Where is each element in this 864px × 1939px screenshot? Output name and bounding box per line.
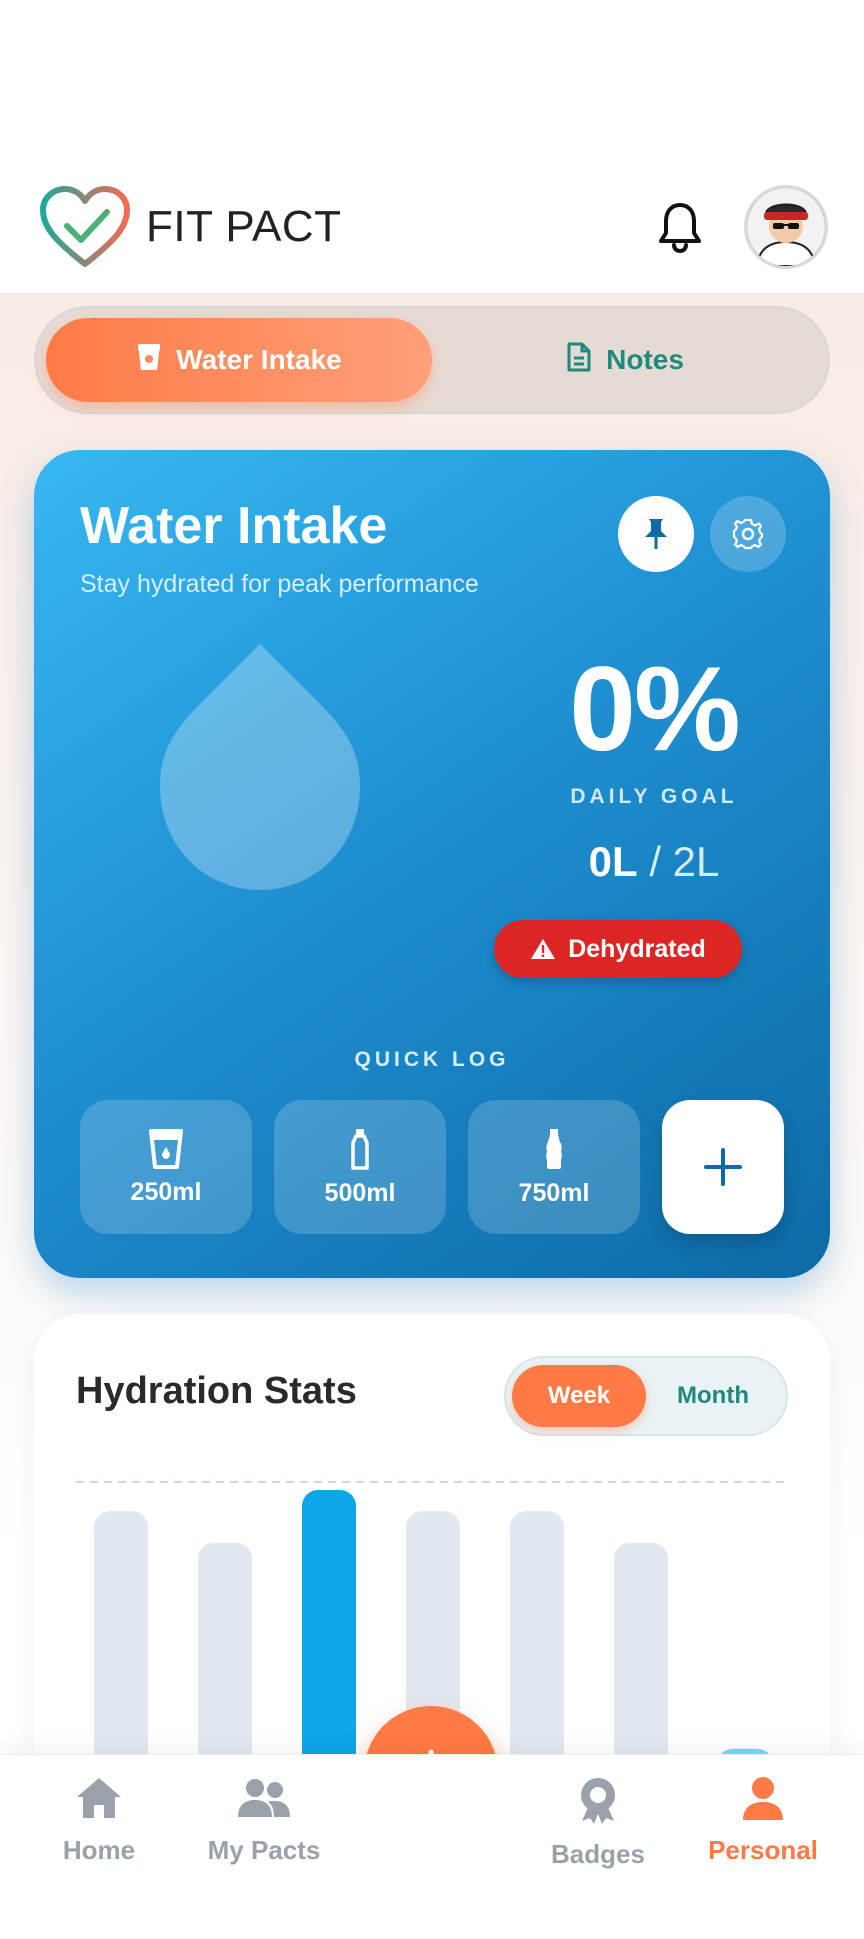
water-drop-illustration [130, 636, 390, 911]
bell-icon[interactable] [652, 199, 708, 255]
pin-icon [645, 519, 667, 549]
intake-percentage: 0% [569, 642, 740, 776]
tab-water-intake-label: Water Intake [176, 344, 342, 375]
user-avatar[interactable] [744, 184, 828, 269]
card-subtitle: Stay hydrated for peak performance [80, 570, 479, 598]
current-amount: 0L [588, 838, 638, 885]
tab-notes[interactable]: Notes [432, 318, 818, 402]
chart-bar [302, 1490, 356, 1754]
pin-button[interactable] [618, 496, 694, 572]
amount-separator: / [649, 838, 661, 885]
chart-bar [510, 1511, 564, 1754]
heart-check-logo [36, 182, 134, 272]
quick-log-750ml-button[interactable]: 750ml [468, 1100, 640, 1234]
intake-amount: 0L / 2L [504, 838, 804, 886]
nav-personal-label: Personal [708, 1835, 818, 1865]
app-title: FIT PACT [146, 201, 342, 251]
quick-log-250ml-label: 250ml [130, 1177, 202, 1206]
quick-log-250ml-button[interactable]: 250ml [80, 1100, 252, 1234]
daily-goal-label: DAILY GOAL [570, 785, 738, 808]
badge-icon [581, 1778, 615, 1824]
warning-icon [531, 939, 556, 959]
app-header: FIT PACT [0, 160, 864, 294]
quick-log-500ml-button[interactable]: 500ml [274, 1100, 446, 1234]
tab-notes-label: Notes [606, 344, 684, 375]
range-week-button[interactable]: Week [512, 1365, 646, 1427]
card-title: Water Intake [80, 497, 388, 555]
cup-icon [136, 342, 162, 379]
quick-log-label: QUICK LOG [354, 1048, 510, 1071]
users-icon [238, 1779, 290, 1817]
stats-title: Hydration Stats [76, 1370, 357, 1412]
bottle-icon [351, 1128, 369, 1170]
bottom-navigation: Home My Pacts Badges Personal [0, 1754, 864, 1939]
nav-my-pacts-label: My Pacts [207, 1835, 321, 1865]
person-icon [743, 1777, 783, 1820]
water-intake-card: Water Intake Stay hydrated for peak perf… [34, 450, 830, 1278]
gear-icon [732, 518, 764, 550]
goal-amount: 2L [672, 838, 720, 885]
chart-bar [198, 1542, 252, 1754]
nav-my-pacts[interactable]: My Pacts [189, 1775, 339, 1866]
note-icon [566, 342, 592, 379]
nav-badges-label: Badges [551, 1839, 645, 1869]
chart-bar [614, 1542, 668, 1754]
glass-icon [149, 1128, 183, 1169]
quick-log-500ml-label: 500ml [324, 1178, 396, 1207]
nav-home-label: Home [62, 1835, 136, 1865]
home-icon [77, 1778, 121, 1818]
settings-button[interactable] [710, 496, 786, 572]
large-bottle-icon [546, 1128, 562, 1169]
range-toggle: Week Month [504, 1356, 788, 1436]
nav-home[interactable]: Home [24, 1775, 174, 1866]
status-bar-area [0, 0, 864, 160]
status-text: Dehydrated [568, 934, 706, 963]
nav-badges[interactable]: Badges [523, 1775, 673, 1870]
plus-icon [704, 1148, 742, 1186]
hydration-stats-card: Hydration Stats Week Month [34, 1314, 830, 1754]
mode-tabs: Water Intake Notes [34, 306, 830, 414]
chart-bar [94, 1511, 148, 1754]
quick-log-750ml-label: 750ml [518, 1178, 590, 1207]
range-month-button[interactable]: Month [646, 1365, 780, 1427]
nav-personal[interactable]: Personal [688, 1775, 838, 1866]
custom-log-button[interactable] [662, 1100, 784, 1234]
status-badge: Dehydrated [494, 920, 742, 978]
tab-water-intake[interactable]: Water Intake [46, 318, 432, 402]
